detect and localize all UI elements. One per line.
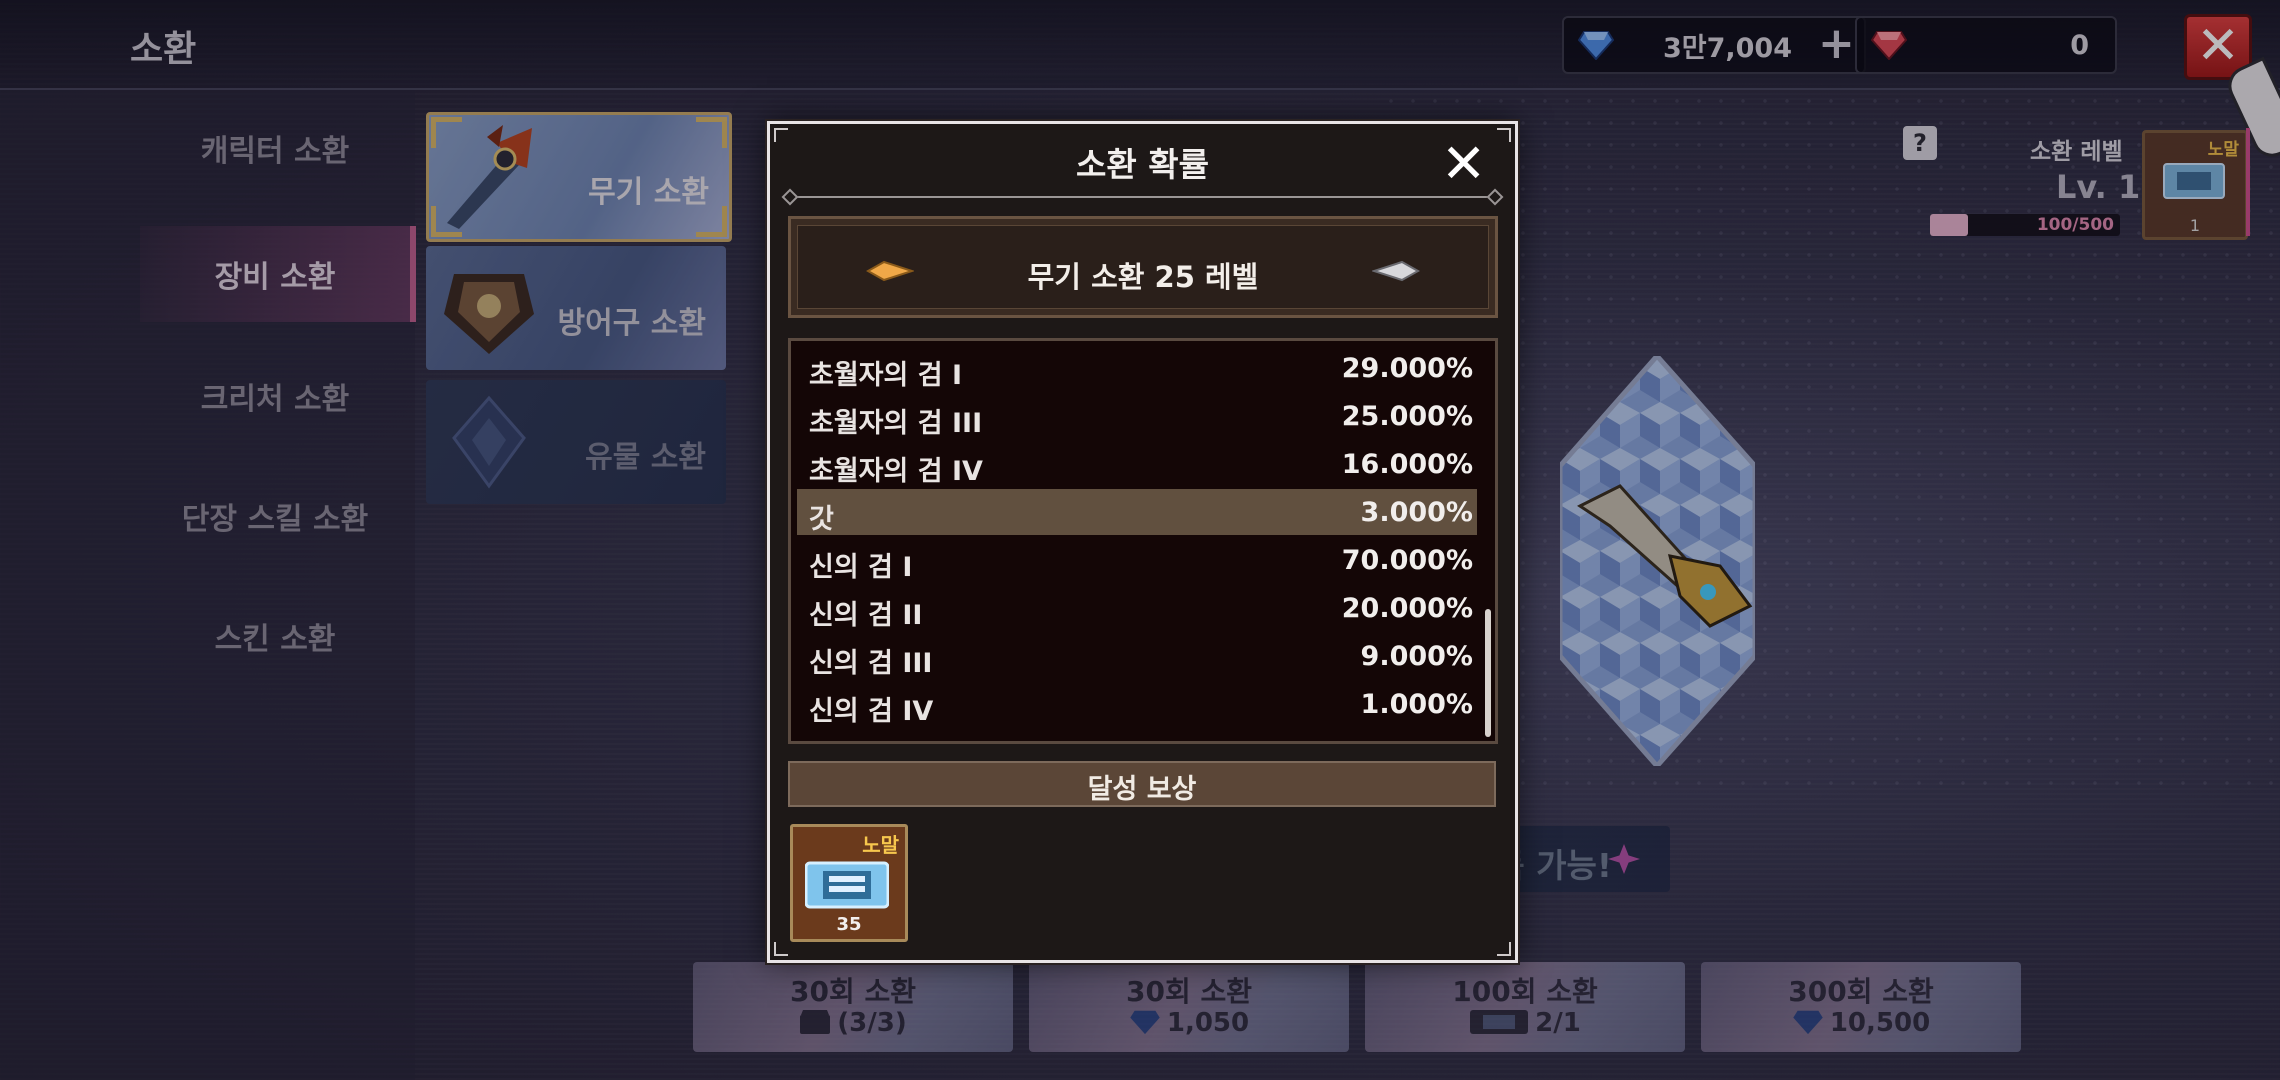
level-selector: 무기 소환 25 레벨: [788, 216, 1498, 318]
dialog-corner: [1497, 942, 1511, 956]
item-probability: 70.000%: [1341, 545, 1473, 576]
probability-row: 신의 검 II 20.000%: [797, 585, 1477, 631]
reward-grade: 노말: [862, 833, 899, 857]
probability-list[interactable]: 초월자의 검 I 29.000% 초월자의 검 III 25.000% 초월자의…: [788, 338, 1498, 744]
probability-row: 신의 검 IV 1.000%: [797, 681, 1477, 727]
item-name: 초월자의 검 I: [809, 360, 963, 391]
probability-row: 초월자의 검 I 29.000%: [797, 345, 1477, 391]
item-name: 신의 검 IV: [809, 696, 934, 727]
level-selector-inner: 무기 소환 25 레벨: [797, 225, 1489, 309]
grade-name: 갓: [809, 504, 834, 535]
item-probability: 20.000%: [1341, 593, 1473, 624]
item-probability: 1.000%: [1360, 689, 1473, 720]
reward-count: 35: [836, 914, 862, 935]
dialog-title: 소환 확률: [1076, 145, 1209, 184]
grade-header-row: 갓 3.000%: [797, 489, 1477, 535]
item-probability: 29.000%: [1341, 353, 1473, 384]
item-probability: 16.000%: [1341, 449, 1473, 480]
reward-item[interactable]: 노말 35: [790, 824, 908, 942]
achievement-reward-header: 달성 보상: [788, 761, 1496, 807]
probability-row: 초월자의 검 IV 16.000%: [797, 441, 1477, 487]
probability-row: 초월자의 검 III 25.000%: [797, 393, 1477, 439]
summon-probability-dialog: 소환 확률 ✕ 무기 소환 25 레벨 초월자의 검 I 29.000% 초월자…: [767, 121, 1518, 963]
probability-row: 신의 검 III 9.000%: [797, 633, 1477, 679]
item-name: 신의 검 II: [809, 600, 923, 631]
achievement-reward-title: 달성 보상: [1087, 774, 1197, 805]
grade-probability: 3.000%: [1360, 497, 1473, 528]
item-name: 신의 검 III: [809, 648, 933, 679]
weapon-ticket-icon: [805, 861, 889, 909]
dialog-close-button[interactable]: ✕: [1441, 137, 1486, 191]
item-name: 초월자의 검 IV: [809, 456, 983, 487]
next-level-arrow-icon[interactable]: [1372, 260, 1420, 282]
item-name: 신의 검 I: [809, 552, 913, 583]
item-probability: 25.000%: [1341, 401, 1473, 432]
item-probability: 9.000%: [1360, 641, 1473, 672]
title-divider: [788, 196, 1497, 198]
probability-row: 신의 검 I 70.000%: [797, 537, 1477, 583]
dialog-corner: [774, 942, 788, 956]
item-name: 초월자의 검 III: [809, 408, 983, 439]
list-scrollbar[interactable]: [1485, 609, 1491, 737]
